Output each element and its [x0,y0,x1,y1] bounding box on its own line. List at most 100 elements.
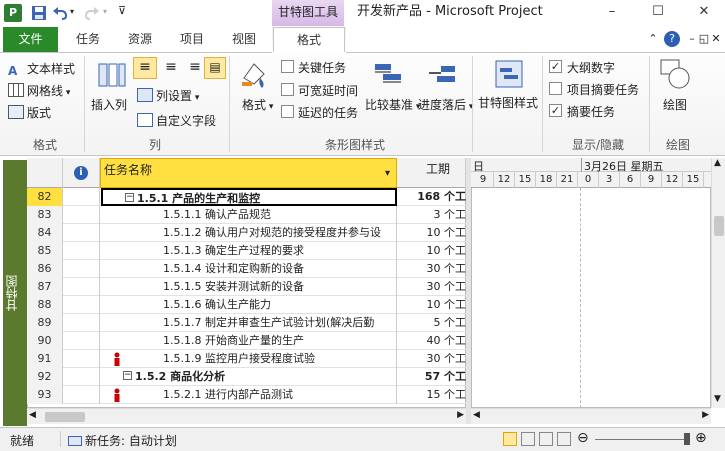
table-row[interactable]: 83 1.5.1.1 确认产品规范 3 个工 [27,206,466,224]
format-bar-button[interactable]: 格式 ▾ [242,96,273,113]
zoom-in-icon[interactable]: ⊕ [695,430,707,446]
gantt-chart-area[interactable] [471,158,711,408]
insert-column-button[interactable]: 插入列 [91,96,127,113]
row-id[interactable]: 88 [27,296,63,314]
baseline-icon[interactable] [373,58,405,90]
redo-dropdown-icon[interactable]: ▾ [103,7,107,16]
task-name-header[interactable]: 任务名称 ▾ [100,158,397,188]
row-id[interactable]: 87 [27,278,63,296]
scroll-up-icon[interactable]: ▲ [714,158,721,168]
table-row[interactable]: 89 1.5.1.7 制定并审查生产试验计划(解决后勤 5 个工 [27,314,466,332]
column-settings-button[interactable]: 列设置 ▾ [137,87,199,104]
tab-format[interactable]: 格式 [273,27,345,52]
layout-button[interactable]: 版式 [8,104,51,121]
select-all-cell[interactable] [27,158,63,188]
outline-number-checkbox[interactable]: ✓ [549,60,562,73]
tab-view[interactable]: 视图 [224,27,264,52]
tab-task[interactable]: 任务 [68,27,108,52]
tab-file[interactable]: 文件 [3,27,58,52]
text-styles-button[interactable]: A 文本样式 [8,60,75,78]
table-row[interactable]: 88 1.5.1.6 确认生产能力 10 个工 [27,296,466,314]
slippage-button[interactable]: 进度落后 ▾ [418,96,473,113]
duration-cell[interactable]: 40 个工 [398,332,467,350]
late-tasks-checkbox[interactable] [281,105,294,118]
summary-tasks-checkbox[interactable]: ✓ [549,104,562,117]
drawing-button[interactable]: 绘图 [663,96,687,113]
insert-column-icon[interactable] [95,60,127,92]
resource-sheet-shortcut-icon[interactable] [557,432,571,446]
project-summary-checkbox[interactable] [549,82,562,95]
task-name-cell[interactable]: 1.5.1.8 开始商业产量的生产 [101,332,397,350]
task-usage-shortcut-icon[interactable] [521,432,535,446]
collapse-icon[interactable]: − [123,371,132,380]
undo-dropdown-icon[interactable]: ▾ [70,7,74,16]
row-id[interactable]: 92 [27,368,63,386]
duration-cell[interactable]: 30 个工 [398,350,467,368]
vscroll-thumb[interactable] [714,216,724,236]
row-id[interactable]: 83 [27,206,63,224]
collapse-icon[interactable]: − [125,193,134,202]
duration-cell[interactable]: 5 个工 [398,314,467,332]
task-name-cell[interactable]: 1.5.1.2 确认用户对规范的接受程度并参与设 [101,224,397,242]
maximize-button[interactable]: ☐ [635,0,681,26]
task-name-cell[interactable]: 1.5.1.5 安装并测试新的设备 [101,278,397,296]
row-id[interactable]: 91 [27,350,63,368]
row-id[interactable]: 89 [27,314,63,332]
tab-project[interactable]: 项目 [172,27,212,52]
scroll-right-icon[interactable]: ▶ [457,410,464,420]
new-task-mode[interactable]: 新任务: 自动计划 [68,432,177,449]
table-row[interactable]: 90 1.5.1.8 开始商业产量的生产 40 个工 [27,332,466,350]
help-icon[interactable]: ? [664,31,680,47]
gantt-view-shortcut-icon[interactable] [503,432,517,446]
format-bar-icon[interactable] [238,58,270,90]
duration-cell[interactable]: 15 个工 [398,386,467,404]
duration-cell[interactable]: 30 个工 [398,260,467,278]
slack-checkbox[interactable] [281,83,294,96]
table-row[interactable]: 86 1.5.1.4 设计和定购新的设备 30 个工 [27,260,466,278]
table-row[interactable]: 87 1.5.1.5 安装并测试新的设备 30 个工 [27,278,466,296]
row-id[interactable]: 84 [27,224,63,242]
table-row[interactable]: 82−1.5.1 产品的生产和监控 168 个工 [27,188,466,206]
critical-tasks-checkbox[interactable] [281,60,294,73]
drawing-icon[interactable] [659,58,691,90]
task-name-cell[interactable]: 1.5.1.6 确认生产能力 [101,296,397,314]
duration-cell[interactable]: 30 个工 [398,278,467,296]
gantt-style-icon[interactable] [493,58,525,90]
task-name-cell[interactable]: 1.5.1.1 确认产品规范 [101,206,397,224]
row-id[interactable]: 85 [27,242,63,260]
zoom-slider-thumb[interactable] [684,433,690,445]
chart-horizontal-scrollbar[interactable]: ◀ ▶ [471,408,711,424]
wrap-text-icon[interactable]: ▤ [204,57,226,79]
team-planner-shortcut-icon[interactable] [539,432,553,446]
indicators-header[interactable]: i [63,158,100,188]
doc-close-icon[interactable]: ✕ [708,31,724,47]
duration-cell[interactable]: 10 个工 [398,224,467,242]
task-name-cell[interactable]: 1.5.1.7 制定并审查生产试验计划(解决后勤 [101,314,397,332]
task-name-cell[interactable]: −1.5.2 商品化分析 [101,368,397,386]
slippage-icon[interactable] [427,58,459,90]
minimize-ribbon-icon[interactable]: ⌃ [645,31,661,47]
task-name-cell[interactable]: 1.5.1.9 监控用户接受程度试验 [101,350,397,368]
undo-icon[interactable] [52,5,68,21]
chart-vertical-scrollbar[interactable]: ▲ ▼ [711,158,725,408]
save-icon[interactable] [31,5,47,21]
gantt-style-button[interactable]: 甘特图样式 [478,94,538,111]
duration-cell[interactable]: 57 个工 [398,368,466,386]
task-name-cell[interactable]: 1.5.1.4 设计和定购新的设备 [101,260,397,278]
duration-cell[interactable]: 3 个工 [398,206,467,224]
row-id[interactable]: 93 [27,386,63,404]
table-row[interactable]: 85 1.5.1.3 确定生产过程的要求 10 个工 [27,242,466,260]
zoom-slider-track[interactable] [595,439,690,440]
align-right-icon[interactable]: ≡ [184,57,206,79]
row-id[interactable]: 86 [27,260,63,278]
scroll-down-icon[interactable]: ▼ [714,394,721,404]
row-id[interactable]: 82 [27,188,63,206]
scroll-left-icon[interactable]: ◀ [29,410,36,420]
gridlines-button[interactable]: 网格线 ▾ [8,82,70,99]
table-row[interactable]: 84 1.5.1.2 确认用户对规范的接受程度并参与设 10 个工 [27,224,466,242]
table-row[interactable]: 92 −1.5.2 商品化分析 57 个工 [27,368,466,386]
redo-icon[interactable] [84,5,100,21]
tab-resource[interactable]: 资源 [120,27,160,52]
zoom-out-icon[interactable]: ⊖ [577,430,589,446]
custom-fields-button[interactable]: 自定义字段 [137,112,216,129]
